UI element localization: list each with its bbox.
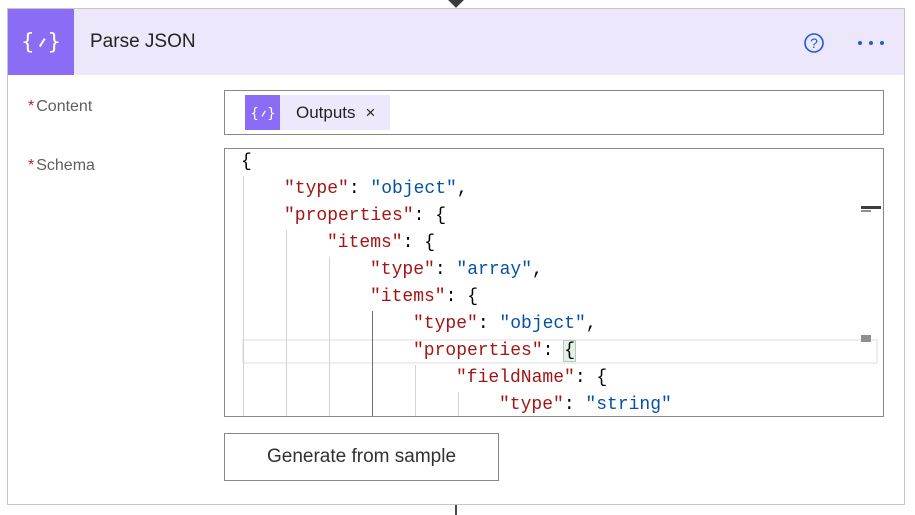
indent-guide xyxy=(372,311,373,416)
svg-text:?: ? xyxy=(810,35,818,51)
json-punctuation: : xyxy=(434,260,457,280)
json-key: "properties" xyxy=(284,206,414,226)
code-line: "fieldName": { xyxy=(456,365,607,392)
token-label: Outputs xyxy=(296,102,356,122)
json-key: "properties" xyxy=(413,341,543,361)
overview-ruler-mark xyxy=(861,206,881,209)
json-string: "array" xyxy=(456,260,533,280)
json-key: "type" xyxy=(413,314,478,334)
flow-connector-line xyxy=(455,505,457,515)
overview-ruler-mark xyxy=(861,335,871,342)
action-title: Parse JSON xyxy=(90,31,196,52)
content-label: * Content xyxy=(28,98,92,116)
code-line: "type": "string" xyxy=(499,392,672,416)
content-label-text: Content xyxy=(36,98,93,115)
code-line: "items": { xyxy=(370,284,478,311)
json-punctuation: , xyxy=(532,260,543,280)
flow-connector-arrow xyxy=(446,0,466,8)
json-punctuation: , xyxy=(585,314,597,334)
code-line: "type": "object", xyxy=(284,176,468,203)
json-string: "object" xyxy=(370,179,457,199)
schema-label-text: Schema xyxy=(36,157,95,174)
remove-token-icon[interactable]: × xyxy=(366,104,376,121)
svg-text:{ }: { } xyxy=(23,30,59,55)
code-line: "properties": { xyxy=(413,338,577,365)
code-line: "properties": { xyxy=(284,203,446,230)
indent-guide xyxy=(243,176,244,416)
json-punctuation: : xyxy=(542,341,565,361)
required-marker: * xyxy=(28,157,35,174)
json-key: "fieldName" xyxy=(456,368,575,388)
schema-code-editor[interactable]: {"type": "object", "properties": {"items"… xyxy=(224,148,884,417)
overview-ruler-mark xyxy=(861,210,871,212)
json-key: "items" xyxy=(370,287,446,307)
json-punctuation: : { xyxy=(445,287,479,307)
editor-scrollbar[interactable] xyxy=(861,149,883,416)
action-header[interactable]: { } Parse JSON ? xyxy=(8,9,904,75)
schema-label: * Schema xyxy=(28,157,95,175)
json-punctuation: : { xyxy=(402,233,436,253)
json-braces-icon: { } xyxy=(8,9,74,75)
json-punctuation: : xyxy=(477,314,500,334)
json-key: "type" xyxy=(499,395,564,415)
json-punctuation: : { xyxy=(413,206,447,226)
json-braces-icon: { } xyxy=(245,95,280,130)
code-line: { xyxy=(241,149,252,176)
json-key: "items" xyxy=(327,233,403,253)
question-circle-icon[interactable]: ? xyxy=(804,33,824,53)
parse-json-action-card: { } Parse JSON ? * Content { } Outputs ×… xyxy=(7,8,905,505)
indent-guide xyxy=(458,392,459,416)
json-punctuation: { xyxy=(241,152,252,172)
json-string: "object" xyxy=(499,314,586,334)
matched-bracket: { xyxy=(563,340,577,362)
indent-guide xyxy=(329,257,330,416)
indent-guide xyxy=(286,230,287,416)
indent-guide xyxy=(415,365,416,416)
outputs-token[interactable]: { } Outputs × xyxy=(245,95,390,130)
json-punctuation: : xyxy=(348,179,371,199)
json-punctuation: : { xyxy=(574,368,608,388)
code-line: "items": { xyxy=(327,230,435,257)
json-punctuation: , xyxy=(456,179,468,199)
code-line: "type": "array", xyxy=(370,257,543,284)
json-punctuation: : xyxy=(563,395,586,415)
code-line: "type": "object", xyxy=(413,311,597,338)
json-key: "type" xyxy=(370,260,435,280)
json-string: "string" xyxy=(585,395,672,415)
ellipsis-icon[interactable] xyxy=(856,33,888,53)
required-marker: * xyxy=(28,98,35,115)
generate-from-sample-button[interactable]: Generate from sample xyxy=(224,433,499,481)
json-key: "type" xyxy=(284,179,349,199)
content-input[interactable]: { } Outputs × xyxy=(224,90,884,135)
